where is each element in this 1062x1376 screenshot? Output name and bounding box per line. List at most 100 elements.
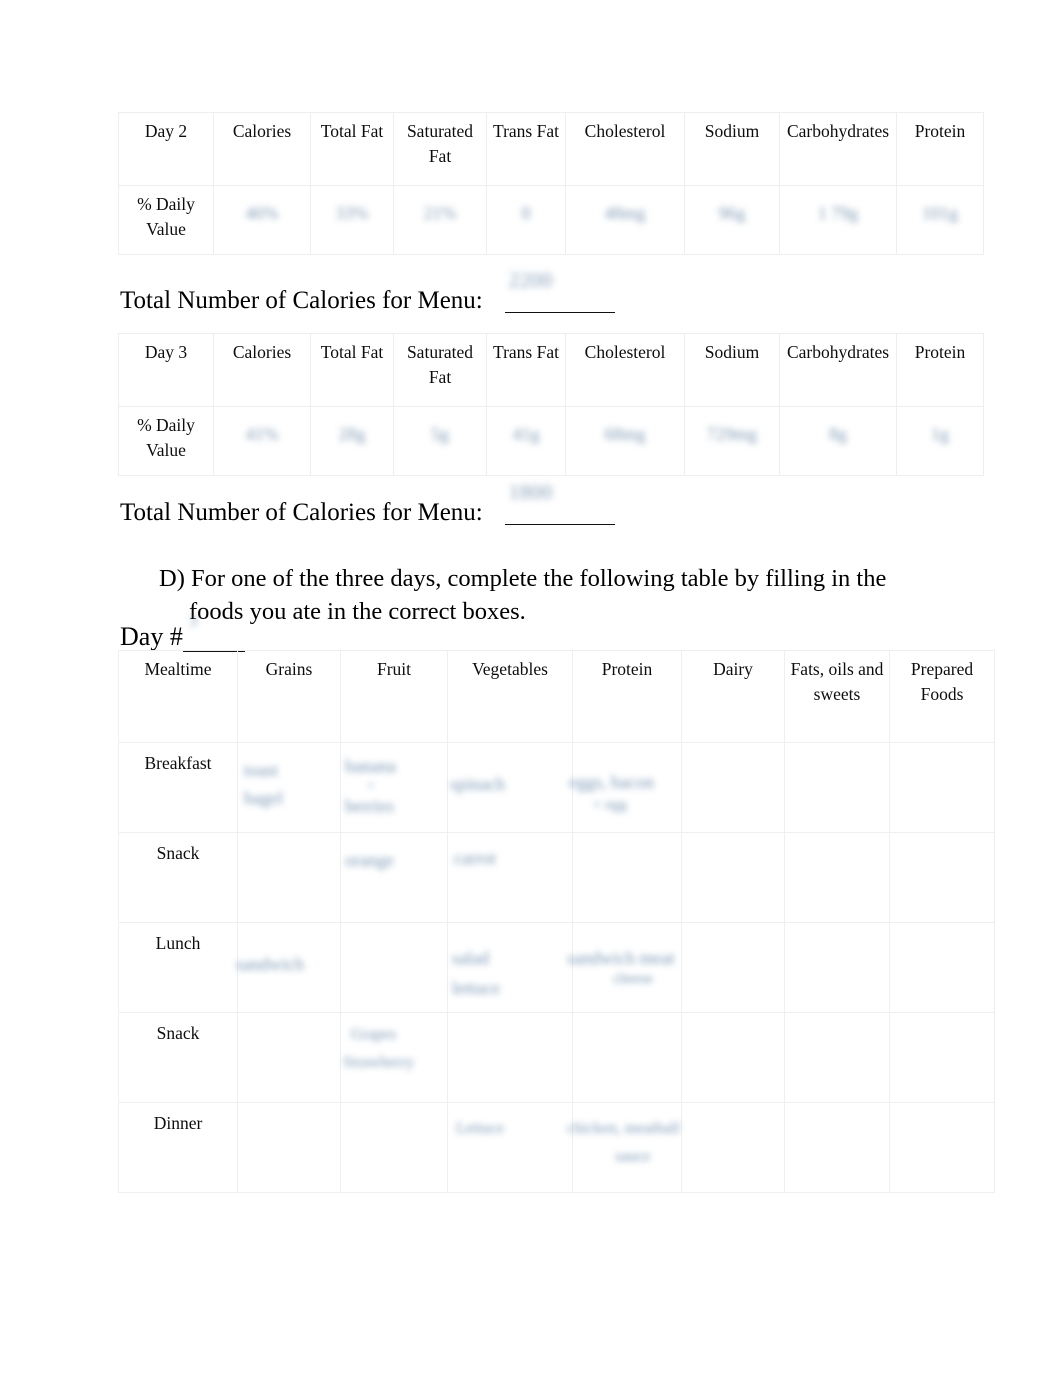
cell-snack2-grains[interactable] (237, 1012, 341, 1103)
column-header-calories: Calories (213, 112, 311, 186)
handwritten-entry: spinach (450, 774, 505, 794)
handwritten-entry: salad (452, 948, 489, 968)
cell-lunch-protein[interactable]: sandwich meat cheese (567, 922, 682, 1013)
handwritten-entry: 68mg (604, 424, 646, 444)
cell-carbohydrates[interactable]: 1 79g (779, 185, 897, 255)
table-row: Lunch sandwich salad lettuce sandwich me… (118, 922, 995, 1013)
cell-sodium[interactable]: 96g (684, 185, 780, 255)
cell-snack1-prepared[interactable] (889, 832, 995, 923)
column-header-dairy: Dairy (681, 650, 785, 743)
cell-cholesterol[interactable]: 48mg (565, 185, 685, 255)
cell-dinner-dairy[interactable] (681, 1102, 785, 1193)
cell-protein[interactable]: 101g (896, 185, 984, 255)
handwritten-entry: + (367, 779, 375, 794)
cell-dinner-fats[interactable] (784, 1102, 890, 1193)
handwritten-entry: eggs, bacon (569, 772, 654, 792)
day-number-blank[interactable]: 3 (182, 611, 245, 652)
row-label-dinner: Dinner (118, 1102, 238, 1193)
handwritten-entry: 101g (922, 203, 958, 223)
handwritten-entry: 41% (245, 424, 279, 444)
cell-total-fat[interactable]: 33% (310, 185, 394, 255)
handwritten-entry: 729mg (706, 424, 757, 444)
handwritten-entry: sandwich (236, 954, 304, 974)
column-header-vegetables: Vegetables (447, 650, 573, 743)
cell-snack2-fruit[interactable]: Grapes Strawberry (340, 1012, 448, 1103)
row-label-snack-morning: Snack (118, 832, 238, 923)
column-header-sodium: Sodium (684, 333, 780, 407)
cell-dinner-fruit[interactable] (340, 1102, 448, 1193)
cell-sodium[interactable]: 729mg (684, 406, 780, 476)
cell-snack1-fats[interactable] (784, 832, 890, 923)
cell-total-fat[interactable]: 28g (310, 406, 394, 476)
cell-snack1-protein[interactable] (572, 832, 682, 923)
cell-snack2-fats[interactable] (784, 1012, 890, 1103)
cell-breakfast-dairy[interactable] (681, 742, 785, 833)
column-header-carbohydrates: Carbohydrates (779, 112, 897, 186)
cell-snack2-prepared[interactable] (889, 1012, 995, 1103)
cell-breakfast-vegetables[interactable]: spinach (447, 742, 573, 833)
table-row: % Daily Value 41% 28g 5g 41g 68mg 729mg … (118, 406, 984, 476)
cell-snack1-vegetables[interactable]: carrot (447, 832, 573, 923)
cell-carbohydrates[interactable]: 8g (779, 406, 897, 476)
mealtime-label: Snack (156, 843, 200, 863)
handwritten-entry: 33% (335, 203, 369, 223)
handwritten-total: 2200 (508, 268, 553, 292)
cell-snack2-dairy[interactable] (681, 1012, 785, 1103)
instruction-line-2: foods you ate in the correct boxes. (189, 597, 526, 625)
cell-dinner-prepared[interactable] (889, 1102, 995, 1193)
cell-lunch-fruit[interactable] (340, 922, 448, 1013)
cell-breakfast-fats[interactable] (784, 742, 890, 833)
column-header-cholesterol: Cholesterol (565, 112, 685, 186)
cell-saturated-fat[interactable]: 5g (393, 406, 487, 476)
total-calories-line-day-3: Total Number of Calories for Menu: 1800 (120, 482, 615, 525)
cell-breakfast-prepared[interactable] (889, 742, 995, 833)
mealtime-label: Lunch (155, 933, 201, 953)
handwritten-entry: 21% (423, 203, 457, 223)
instruction-line-1: For one of the three days, complete the … (190, 565, 887, 592)
cell-breakfast-fruit[interactable]: banana + berries (340, 742, 448, 833)
cell-snack2-vegetables[interactable] (447, 1012, 573, 1103)
cell-snack1-fruit[interactable]: orange (340, 832, 448, 923)
row-label-percent-daily-value: % Daily Value (118, 406, 214, 476)
total-calories-blank[interactable]: 1800 (504, 482, 615, 525)
table-row: Dinner Lettuce chicken, meatball sauce (118, 1102, 995, 1193)
cell-calories[interactable]: 41% (213, 406, 311, 476)
cell-dinner-protein[interactable]: chicken, meatball sauce (567, 1102, 682, 1193)
total-calories-blank[interactable]: 2200 (504, 270, 615, 313)
column-header-carbohydrates: Carbohydrates (779, 333, 897, 407)
cell-calories[interactable]: 46% (213, 185, 311, 255)
handwritten-entry: banana (345, 756, 396, 776)
column-header-protein: Protein (896, 112, 984, 186)
cell-protein[interactable]: 1g (896, 406, 984, 476)
cell-trans-fat[interactable]: 0 (486, 185, 566, 255)
cell-breakfast-protein[interactable]: eggs, bacon + egg (569, 742, 682, 833)
handwritten-entry: berries (345, 796, 394, 816)
column-header-trans-fat: Trans Fat (486, 333, 566, 407)
cell-lunch-dairy[interactable] (681, 922, 785, 1013)
column-header-saturated-fat: Saturated Fat (393, 112, 487, 186)
cell-breakfast-grains[interactable]: toast bagel (237, 742, 341, 833)
handwritten-entry: Strawberry (343, 1054, 415, 1071)
handwritten-entry: Grapes (351, 1026, 397, 1043)
cell-lunch-vegetables[interactable]: salad lettuce (447, 922, 573, 1013)
cell-trans-fat[interactable]: 41g (486, 406, 566, 476)
handwritten-entry: bagel (244, 788, 283, 808)
row-label-snack-afternoon: Snack (118, 1012, 238, 1103)
cell-dinner-vegetables[interactable]: Lettuce (447, 1102, 573, 1193)
handwritten-entry: sandwich meat (567, 948, 675, 968)
cell-lunch-grains[interactable]: sandwich (236, 922, 341, 1013)
cell-snack2-protein[interactable] (572, 1012, 682, 1103)
cell-dinner-grains[interactable] (237, 1102, 341, 1193)
column-header-day: Day 2 (118, 112, 214, 186)
cell-snack1-grains[interactable] (237, 832, 341, 923)
cell-saturated-fat[interactable]: 21% (393, 185, 487, 255)
cell-lunch-prepared[interactable] (889, 922, 995, 1013)
table-row: % Daily Value 46% 33% 21% 0 48mg 96g 1 7… (118, 185, 984, 255)
column-header-prepared-foods: Prepared Foods (889, 650, 995, 743)
cell-snack1-dairy[interactable] (681, 832, 785, 923)
handwritten-entry: 41g (512, 424, 540, 444)
column-header-fruit: Fruit (340, 650, 448, 743)
cell-lunch-fats[interactable] (784, 922, 890, 1013)
cell-cholesterol[interactable]: 68mg (565, 406, 685, 476)
column-header-cholesterol: Cholesterol (565, 333, 685, 407)
